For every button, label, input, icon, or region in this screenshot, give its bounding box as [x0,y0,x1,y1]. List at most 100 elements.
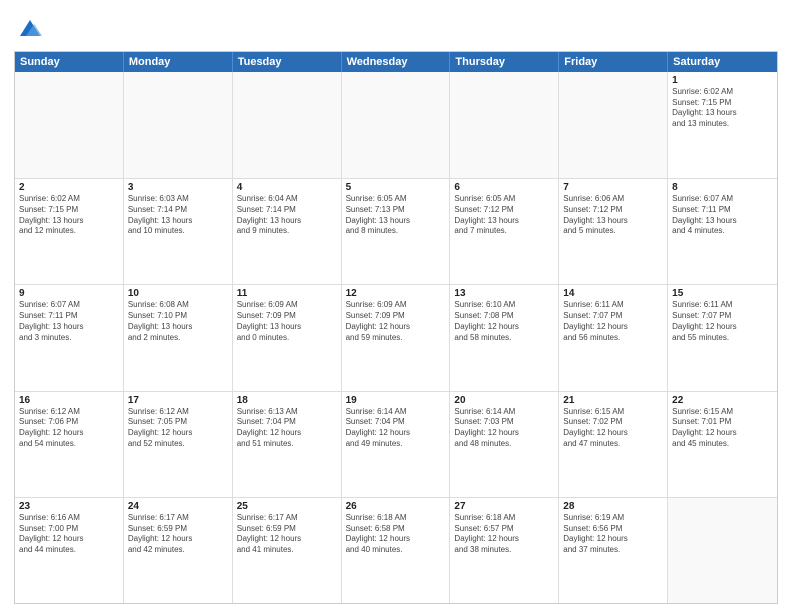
cell-info: Sunrise: 6:17 AM Sunset: 6:59 PM Dayligh… [128,513,228,556]
calendar-cell: 23Sunrise: 6:16 AM Sunset: 7:00 PM Dayli… [15,498,124,603]
cell-date: 26 [346,501,446,512]
cell-date: 17 [128,395,228,406]
cell-date: 11 [237,288,337,299]
page: SundayMondayTuesdayWednesdayThursdayFrid… [0,0,792,612]
cell-date: 10 [128,288,228,299]
cell-info: Sunrise: 6:05 AM Sunset: 7:13 PM Dayligh… [346,194,446,237]
cell-info: Sunrise: 6:05 AM Sunset: 7:12 PM Dayligh… [454,194,554,237]
calendar-cell [559,72,668,178]
week-row-4: 23Sunrise: 6:16 AM Sunset: 7:00 PM Dayli… [15,497,777,603]
cell-info: Sunrise: 6:15 AM Sunset: 7:02 PM Dayligh… [563,407,663,450]
day-header-friday: Friday [559,52,668,72]
cell-date: 23 [19,501,119,512]
cell-date: 25 [237,501,337,512]
calendar-cell: 26Sunrise: 6:18 AM Sunset: 6:58 PM Dayli… [342,498,451,603]
cell-date: 20 [454,395,554,406]
cell-date: 6 [454,182,554,193]
cell-info: Sunrise: 6:12 AM Sunset: 7:05 PM Dayligh… [128,407,228,450]
logo [14,14,44,47]
calendar-cell: 9Sunrise: 6:07 AM Sunset: 7:11 PM Daylig… [15,285,124,390]
week-row-2: 9Sunrise: 6:07 AM Sunset: 7:11 PM Daylig… [15,284,777,390]
day-header-wednesday: Wednesday [342,52,451,72]
cell-info: Sunrise: 6:15 AM Sunset: 7:01 PM Dayligh… [672,407,773,450]
calendar-cell: 19Sunrise: 6:14 AM Sunset: 7:04 PM Dayli… [342,392,451,497]
calendar-cell: 18Sunrise: 6:13 AM Sunset: 7:04 PM Dayli… [233,392,342,497]
calendar-cell: 14Sunrise: 6:11 AM Sunset: 7:07 PM Dayli… [559,285,668,390]
calendar-cell [342,72,451,178]
cell-date: 19 [346,395,446,406]
cell-date: 3 [128,182,228,193]
day-header-sunday: Sunday [15,52,124,72]
cell-info: Sunrise: 6:02 AM Sunset: 7:15 PM Dayligh… [672,87,773,130]
cell-date: 14 [563,288,663,299]
calendar-cell: 7Sunrise: 6:06 AM Sunset: 7:12 PM Daylig… [559,179,668,284]
calendar-cell: 12Sunrise: 6:09 AM Sunset: 7:09 PM Dayli… [342,285,451,390]
calendar-cell: 2Sunrise: 6:02 AM Sunset: 7:15 PM Daylig… [15,179,124,284]
cell-info: Sunrise: 6:06 AM Sunset: 7:12 PM Dayligh… [563,194,663,237]
calendar-cell [233,72,342,178]
cell-info: Sunrise: 6:03 AM Sunset: 7:14 PM Dayligh… [128,194,228,237]
calendar-cell: 6Sunrise: 6:05 AM Sunset: 7:12 PM Daylig… [450,179,559,284]
cell-info: Sunrise: 6:07 AM Sunset: 7:11 PM Dayligh… [672,194,773,237]
calendar-cell: 15Sunrise: 6:11 AM Sunset: 7:07 PM Dayli… [668,285,777,390]
cell-date: 12 [346,288,446,299]
calendar-cell: 28Sunrise: 6:19 AM Sunset: 6:56 PM Dayli… [559,498,668,603]
week-row-0: 1Sunrise: 6:02 AM Sunset: 7:15 PM Daylig… [15,72,777,178]
cell-info: Sunrise: 6:08 AM Sunset: 7:10 PM Dayligh… [128,300,228,343]
calendar-cell [124,72,233,178]
cell-date: 21 [563,395,663,406]
day-header-monday: Monday [124,52,233,72]
cell-info: Sunrise: 6:02 AM Sunset: 7:15 PM Dayligh… [19,194,119,237]
cell-date: 24 [128,501,228,512]
cell-date: 4 [237,182,337,193]
cell-date: 5 [346,182,446,193]
cell-date: 16 [19,395,119,406]
cell-info: Sunrise: 6:04 AM Sunset: 7:14 PM Dayligh… [237,194,337,237]
calendar-cell: 27Sunrise: 6:18 AM Sunset: 6:57 PM Dayli… [450,498,559,603]
calendar-cell: 21Sunrise: 6:15 AM Sunset: 7:02 PM Dayli… [559,392,668,497]
day-header-saturday: Saturday [668,52,777,72]
calendar-cell: 4Sunrise: 6:04 AM Sunset: 7:14 PM Daylig… [233,179,342,284]
cell-info: Sunrise: 6:11 AM Sunset: 7:07 PM Dayligh… [672,300,773,343]
cell-date: 28 [563,501,663,512]
calendar-cell: 13Sunrise: 6:10 AM Sunset: 7:08 PM Dayli… [450,285,559,390]
calendar-cell: 1Sunrise: 6:02 AM Sunset: 7:15 PM Daylig… [668,72,777,178]
cell-date: 27 [454,501,554,512]
cell-date: 22 [672,395,773,406]
cell-date: 13 [454,288,554,299]
calendar-cell: 11Sunrise: 6:09 AM Sunset: 7:09 PM Dayli… [233,285,342,390]
cell-info: Sunrise: 6:14 AM Sunset: 7:03 PM Dayligh… [454,407,554,450]
calendar-cell: 3Sunrise: 6:03 AM Sunset: 7:14 PM Daylig… [124,179,233,284]
cell-info: Sunrise: 6:16 AM Sunset: 7:00 PM Dayligh… [19,513,119,556]
header [14,10,778,47]
calendar-cell: 22Sunrise: 6:15 AM Sunset: 7:01 PM Dayli… [668,392,777,497]
cell-info: Sunrise: 6:17 AM Sunset: 6:59 PM Dayligh… [237,513,337,556]
calendar-cell: 20Sunrise: 6:14 AM Sunset: 7:03 PM Dayli… [450,392,559,497]
cell-date: 2 [19,182,119,193]
cell-info: Sunrise: 6:11 AM Sunset: 7:07 PM Dayligh… [563,300,663,343]
calendar-cell: 25Sunrise: 6:17 AM Sunset: 6:59 PM Dayli… [233,498,342,603]
cell-date: 7 [563,182,663,193]
cell-info: Sunrise: 6:19 AM Sunset: 6:56 PM Dayligh… [563,513,663,556]
logo-icon [16,14,44,42]
cell-info: Sunrise: 6:14 AM Sunset: 7:04 PM Dayligh… [346,407,446,450]
cell-date: 15 [672,288,773,299]
cell-info: Sunrise: 6:13 AM Sunset: 7:04 PM Dayligh… [237,407,337,450]
calendar: SundayMondayTuesdayWednesdayThursdayFrid… [14,51,778,604]
calendar-cell [668,498,777,603]
cell-date: 8 [672,182,773,193]
cell-info: Sunrise: 6:09 AM Sunset: 7:09 PM Dayligh… [237,300,337,343]
day-header-tuesday: Tuesday [233,52,342,72]
cell-info: Sunrise: 6:10 AM Sunset: 7:08 PM Dayligh… [454,300,554,343]
calendar-cell: 24Sunrise: 6:17 AM Sunset: 6:59 PM Dayli… [124,498,233,603]
cell-date: 1 [672,75,773,86]
calendar-cell: 5Sunrise: 6:05 AM Sunset: 7:13 PM Daylig… [342,179,451,284]
cell-info: Sunrise: 6:07 AM Sunset: 7:11 PM Dayligh… [19,300,119,343]
calendar-cell: 10Sunrise: 6:08 AM Sunset: 7:10 PM Dayli… [124,285,233,390]
calendar-cell: 17Sunrise: 6:12 AM Sunset: 7:05 PM Dayli… [124,392,233,497]
week-row-1: 2Sunrise: 6:02 AM Sunset: 7:15 PM Daylig… [15,178,777,284]
cell-date: 9 [19,288,119,299]
day-headers: SundayMondayTuesdayWednesdayThursdayFrid… [15,52,777,72]
cell-info: Sunrise: 6:18 AM Sunset: 6:58 PM Dayligh… [346,513,446,556]
day-header-thursday: Thursday [450,52,559,72]
